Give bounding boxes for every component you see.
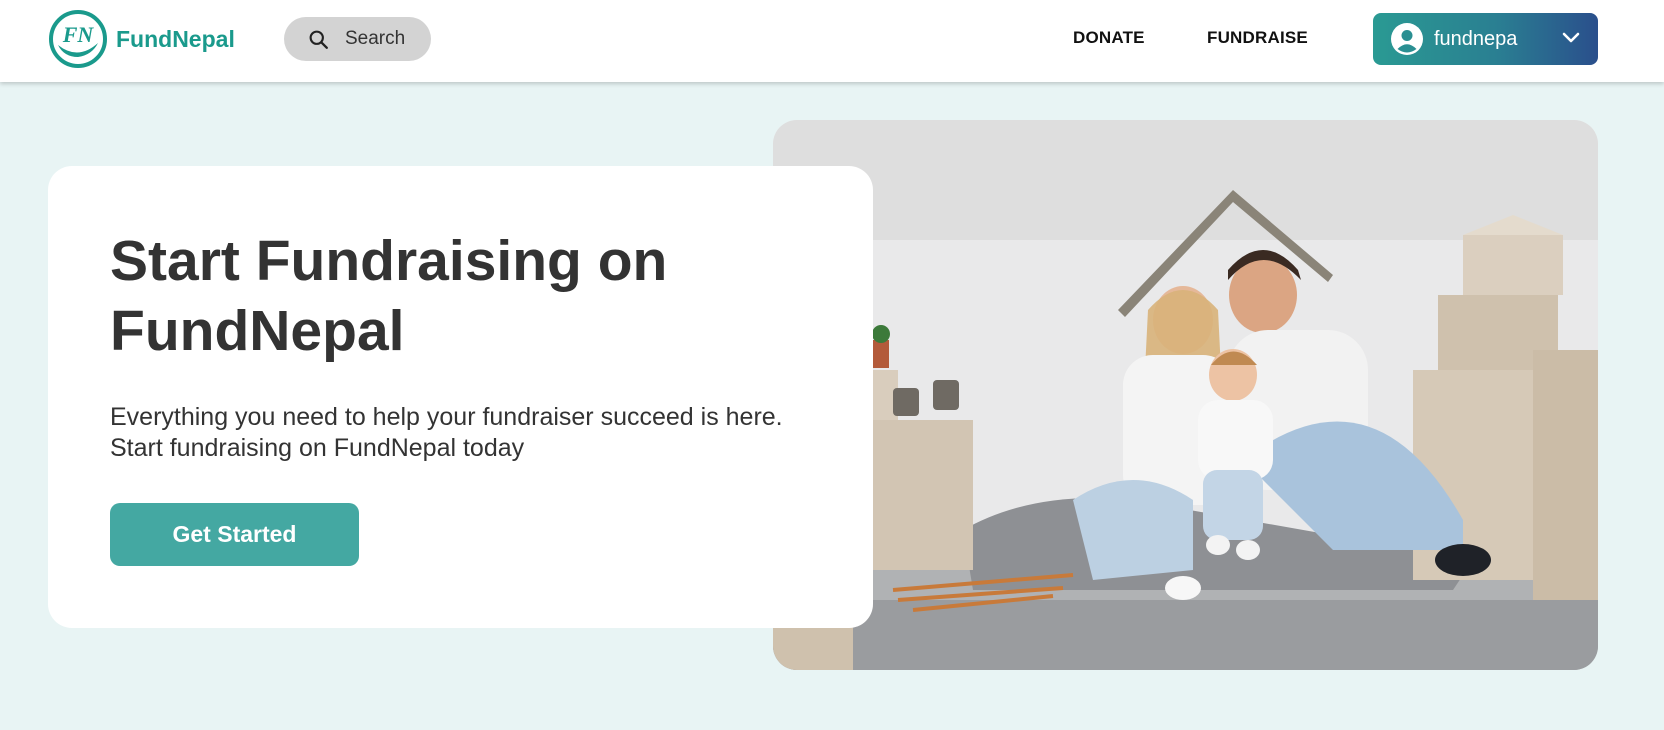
hero-subtitle: Everything you need to help your fundrai… xyxy=(110,403,783,462)
get-started-button[interactable]: Get Started xyxy=(110,503,359,566)
fundnepal-logo-icon: FN xyxy=(49,10,107,68)
hero-title: Start Fundraising on FundNepal xyxy=(110,229,668,363)
top-navbar: FN FundNepal Search DONATE FUNDRAISE fun… xyxy=(0,0,1664,82)
hero-family-photo xyxy=(773,120,1598,670)
search-button[interactable]: Search xyxy=(284,17,431,61)
search-icon xyxy=(309,30,328,49)
user-avatar-icon xyxy=(1391,23,1423,55)
brand-name: FundNepal xyxy=(116,25,235,52)
user-menu-button[interactable]: fundnepa xyxy=(1373,13,1598,65)
chevron-down-icon xyxy=(1562,32,1580,43)
logo-letters: FN xyxy=(62,22,95,47)
logo-link[interactable]: FN FundNepal xyxy=(48,9,235,69)
nav-donate-link[interactable]: DONATE xyxy=(1073,28,1145,48)
user-name: fundnepa xyxy=(1434,27,1518,50)
search-label: Search xyxy=(345,28,406,49)
nav-fundraise-link[interactable]: FUNDRAISE xyxy=(1207,28,1308,48)
hero-card: Start Fundraising on FundNepal Everythin… xyxy=(48,166,873,628)
